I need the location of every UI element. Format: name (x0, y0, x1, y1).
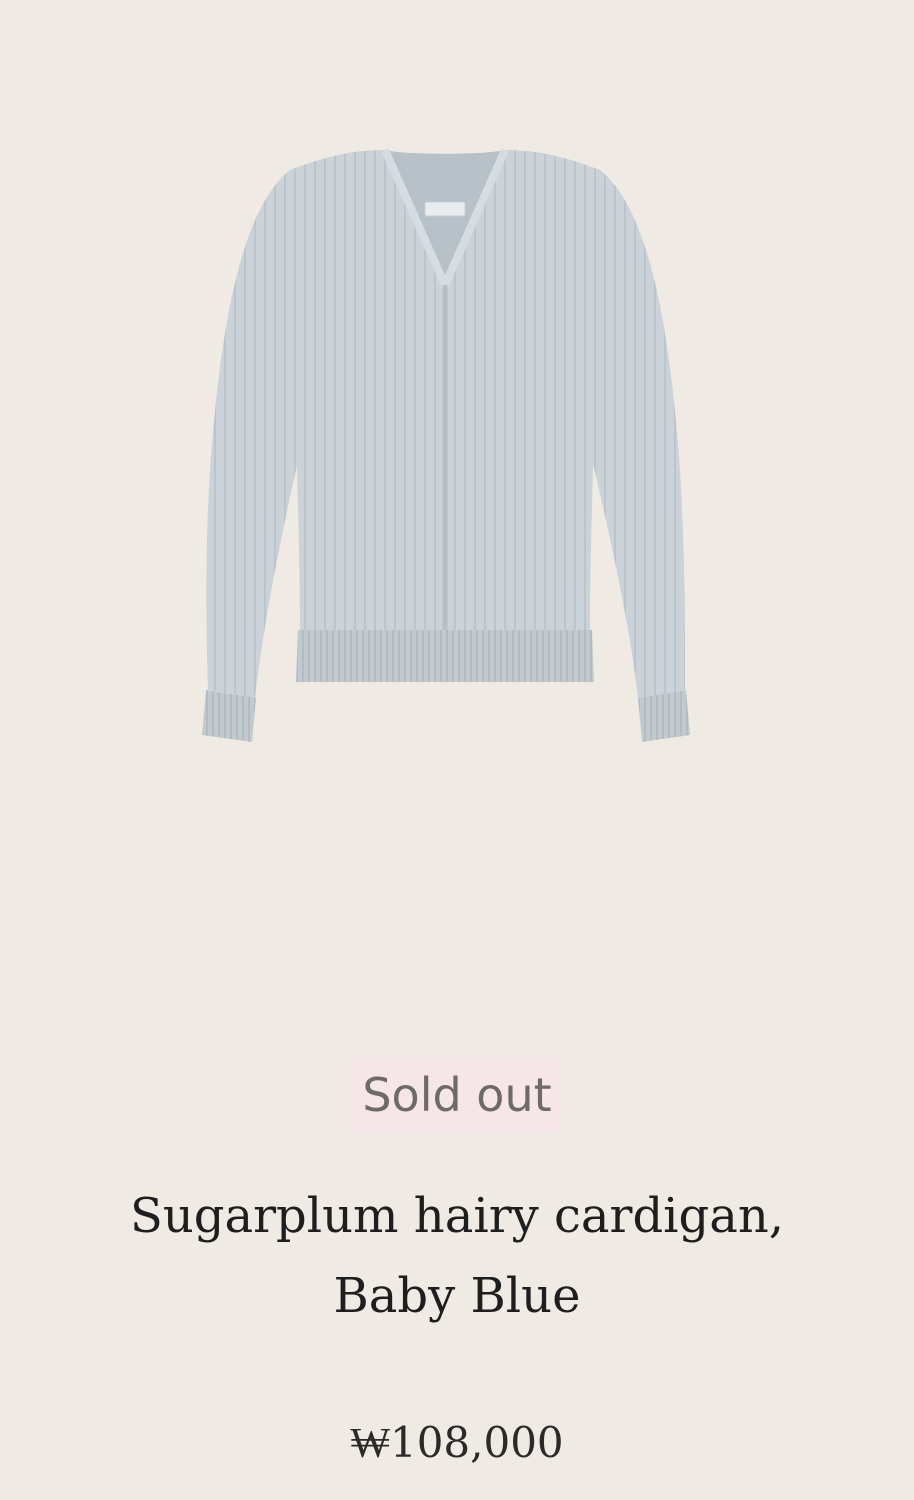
product-title-line-2[interactable]: Baby Blue (0, 1256, 914, 1336)
sold-out-label: Sold out (362, 1068, 552, 1122)
product-card[interactable]: Sold out Sugarplum hairy cardigan, Baby … (0, 0, 914, 1500)
cardigan-icon (202, 148, 690, 742)
sold-out-badge: Sold out (352, 1058, 562, 1132)
product-title-line-1[interactable]: Sugarplum hairy cardigan, (0, 1176, 914, 1256)
product-price: ₩108,000 (350, 1418, 564, 1467)
product-title[interactable]: Sugarplum hairy cardigan, Baby Blue (0, 1176, 914, 1336)
product-image[interactable] (180, 130, 710, 760)
